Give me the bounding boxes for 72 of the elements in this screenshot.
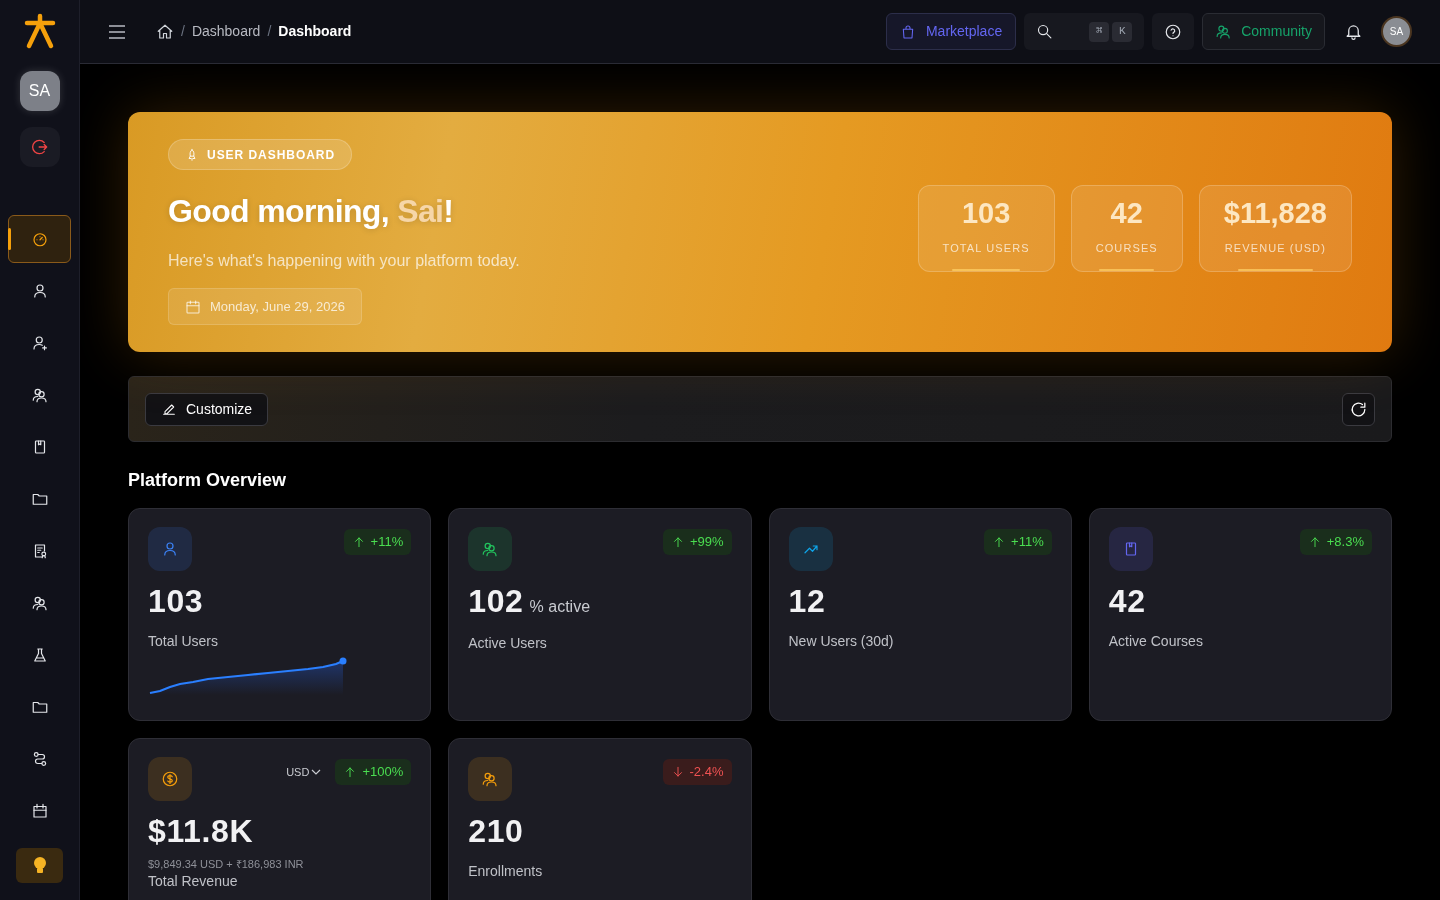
stat-label: COURSES bbox=[1095, 241, 1158, 257]
shortcut-key: ⌘ bbox=[1089, 21, 1110, 42]
chevron-down-icon bbox=[311, 767, 322, 777]
change-badge: +8.3% bbox=[1299, 529, 1372, 555]
rocket-icon bbox=[185, 147, 199, 162]
users-icon bbox=[30, 386, 49, 404]
refresh-icon bbox=[1349, 399, 1368, 419]
date-chip: Monday, June 29, 2026 bbox=[168, 288, 362, 325]
dollar-coin-icon bbox=[161, 770, 179, 788]
change-badge: +11% bbox=[984, 529, 1052, 555]
stat-value: 103 bbox=[961, 199, 1011, 229]
customize-button[interactable]: Customize bbox=[145, 392, 269, 426]
stat-label: TOTAL USERS bbox=[942, 241, 1030, 257]
greeting-heading: Good morning, Sai! bbox=[168, 192, 454, 231]
breadcrumb-separator: / bbox=[267, 22, 272, 41]
search-icon bbox=[1036, 23, 1054, 40]
metric-suffix: % active bbox=[529, 597, 591, 617]
user-avatar[interactable]: SA bbox=[1381, 16, 1412, 47]
metric-label: Active Courses bbox=[1108, 633, 1203, 649]
change-badge: -2.4% bbox=[662, 759, 732, 785]
users-icon bbox=[481, 770, 500, 788]
refresh-button[interactable] bbox=[1342, 392, 1375, 426]
nav-item[interactable] bbox=[8, 215, 71, 263]
stat-value: 42 bbox=[1110, 199, 1143, 229]
metric-label: Total Users bbox=[148, 633, 219, 649]
pencil-icon bbox=[161, 401, 177, 417]
menu-button[interactable] bbox=[108, 22, 126, 41]
revenue-breakdown: $9,849.34 USD + ₹186,983 INR bbox=[148, 857, 304, 871]
metric-label: Total Revenue bbox=[148, 873, 238, 889]
breadcrumb-link[interactable]: Dashboard bbox=[278, 21, 352, 42]
metric-value: $11.8K bbox=[148, 815, 254, 847]
lightbulb-icon bbox=[31, 855, 48, 876]
metric-label: Active Users bbox=[468, 635, 547, 651]
shortcut-key: K bbox=[1112, 21, 1133, 42]
help-icon bbox=[1164, 22, 1183, 41]
greeting-subtitle: Here's what's happening with your platform today. bbox=[168, 251, 520, 271]
metric-label: New Users (30d) bbox=[788, 633, 894, 649]
metric-label: Enrollments bbox=[468, 863, 543, 879]
users-icon bbox=[30, 594, 49, 612]
calendar-icon bbox=[30, 802, 49, 820]
breadcrumb-separator: / bbox=[181, 22, 185, 41]
stat-value: $11,828 bbox=[1223, 199, 1327, 229]
help-button[interactable] bbox=[1152, 13, 1195, 50]
users-icon bbox=[1215, 23, 1233, 40]
logout-button[interactable] bbox=[19, 127, 60, 167]
calendar-icon bbox=[185, 298, 201, 315]
metric-value: 102 bbox=[468, 585, 524, 617]
change-badge: +11% bbox=[343, 529, 412, 555]
metric-value: 42 bbox=[1108, 585, 1146, 617]
section-heading: Platform Overview bbox=[128, 469, 288, 492]
dashboard-badge: USER DASHBOARD bbox=[168, 139, 353, 170]
community-button[interactable]: Community bbox=[1202, 13, 1325, 50]
search-field[interactable]: ⌘ K bbox=[1024, 13, 1145, 50]
home-icon[interactable] bbox=[156, 22, 174, 41]
currency-select[interactable]: USD bbox=[286, 763, 322, 781]
change-badge: +100% bbox=[335, 759, 412, 785]
logo-icon bbox=[22, 12, 57, 50]
user-icon bbox=[161, 540, 179, 558]
users-icon bbox=[481, 540, 500, 558]
breadcrumb-link[interactable]: Dashboard bbox=[191, 21, 261, 42]
tip-button[interactable] bbox=[16, 848, 63, 883]
metric-value: 210 bbox=[468, 815, 524, 847]
change-badge: +99% bbox=[662, 529, 732, 555]
user-avatar[interactable]: SA bbox=[19, 71, 60, 111]
menu-icon bbox=[108, 22, 126, 41]
stat-label: REVENUE (USD) bbox=[1224, 241, 1326, 257]
gauge-icon bbox=[30, 230, 49, 248]
marketplace-button[interactable]: Marketplace bbox=[885, 13, 1017, 50]
metric-value: 103 bbox=[148, 585, 204, 617]
metric-value: 12 bbox=[788, 585, 826, 617]
user-plus-icon bbox=[30, 334, 49, 352]
logout-icon bbox=[29, 137, 50, 157]
